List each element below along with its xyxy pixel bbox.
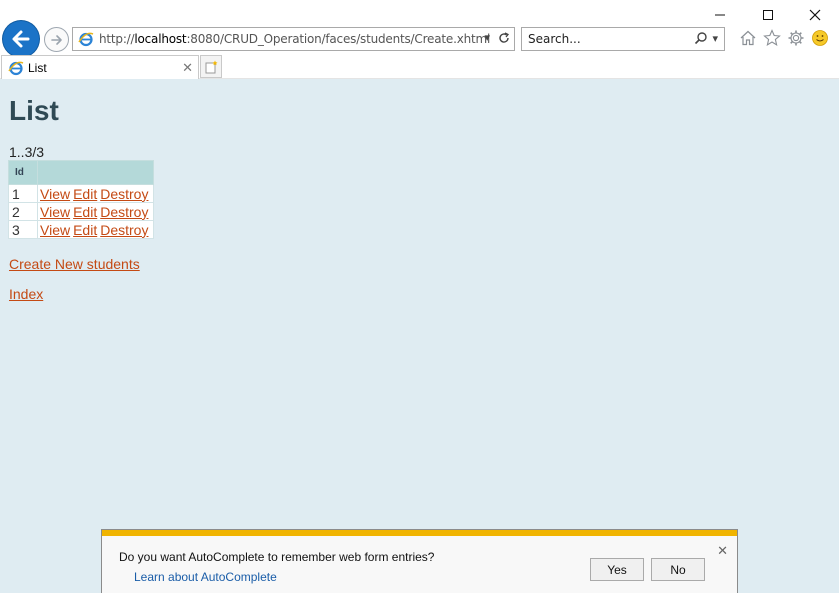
pagination-range: 1..3/3	[9, 144, 45, 160]
autocomplete-notification: Do you want AutoComplete to remember web…	[101, 529, 738, 593]
destroy-link[interactable]: Destroy	[100, 222, 148, 238]
edit-link[interactable]: Edit	[73, 222, 97, 238]
maximize-icon	[763, 10, 773, 20]
column-header-actions	[36, 160, 155, 185]
feedback-smiley-icon[interactable]	[811, 29, 829, 47]
home-icon[interactable]	[739, 29, 757, 47]
row-id: 3	[8, 220, 38, 239]
address-dropdown-icon[interactable]: ▾	[484, 31, 490, 44]
forward-arrow-icon	[50, 34, 62, 45]
students-table: Id 1 View Edit Destroy 2 View Edit Destroy 3	[8, 160, 155, 239]
notification-accent-bar	[102, 530, 737, 536]
notification-close-icon[interactable]: ✕	[717, 543, 728, 559]
yes-button[interactable]: Yes	[590, 558, 644, 581]
view-link[interactable]: View	[40, 186, 70, 202]
row-actions: View Edit Destroy	[36, 202, 155, 221]
learn-autocomplete-link[interactable]: Learn about AutoComplete	[134, 570, 277, 584]
edit-link[interactable]: Edit	[73, 186, 97, 202]
edit-link[interactable]: Edit	[73, 204, 97, 220]
close-window-button[interactable]	[792, 4, 838, 26]
back-arrow-icon	[12, 30, 30, 48]
no-button[interactable]: No	[651, 558, 705, 581]
minimize-icon	[715, 14, 725, 16]
ie-logo-icon	[78, 32, 94, 47]
table-row: 1 View Edit Destroy	[8, 184, 155, 203]
refresh-icon[interactable]	[498, 31, 510, 44]
destroy-link[interactable]: Destroy	[100, 204, 148, 220]
view-link[interactable]: View	[40, 204, 70, 220]
row-id: 1	[8, 184, 38, 203]
index-link[interactable]: Index	[9, 286, 43, 302]
tab-label: List	[28, 60, 47, 75]
back-button[interactable]	[3, 21, 39, 57]
view-link[interactable]: View	[40, 222, 70, 238]
close-icon	[809, 9, 821, 21]
address-url: http://localhost:8080/CRUD_Operation/fac…	[99, 32, 491, 46]
new-tab-button[interactable]	[200, 55, 222, 78]
search-icon[interactable]	[694, 31, 708, 45]
tab-bar: List ✕	[0, 55, 839, 79]
notification-message: Do you want AutoComplete to remember web…	[119, 550, 435, 564]
tab-list[interactable]: List ✕	[1, 55, 199, 79]
search-box[interactable]: ▾	[521, 27, 725, 51]
table-row: 2 View Edit Destroy	[8, 202, 155, 221]
tab-close-icon[interactable]: ✕	[182, 60, 193, 76]
row-actions: View Edit Destroy	[36, 220, 155, 239]
settings-gear-icon[interactable]	[787, 29, 805, 47]
destroy-link[interactable]: Destroy	[100, 186, 148, 202]
favorites-star-icon[interactable]	[763, 29, 781, 47]
search-input[interactable]	[528, 32, 678, 46]
page-content: List 1..3/3 Id 1 View Edit Destroy 2 View E…	[0, 79, 839, 593]
forward-button[interactable]	[44, 27, 69, 52]
search-dropdown-icon[interactable]: ▾	[712, 32, 718, 45]
minimize-button[interactable]	[697, 4, 743, 26]
row-actions: View Edit Destroy	[36, 184, 155, 203]
table-row: 3 View Edit Destroy	[8, 220, 155, 239]
column-header-id: Id	[8, 160, 38, 185]
row-id: 2	[8, 202, 38, 221]
create-new-students-link[interactable]: Create New students	[9, 256, 140, 272]
address-bar[interactable]: http://localhost:8080/CRUD_Operation/fac…	[72, 27, 515, 51]
ie-logo-icon	[8, 61, 24, 75]
page-title: List	[9, 95, 59, 126]
maximize-button[interactable]	[745, 4, 791, 26]
new-tab-icon	[205, 60, 218, 73]
